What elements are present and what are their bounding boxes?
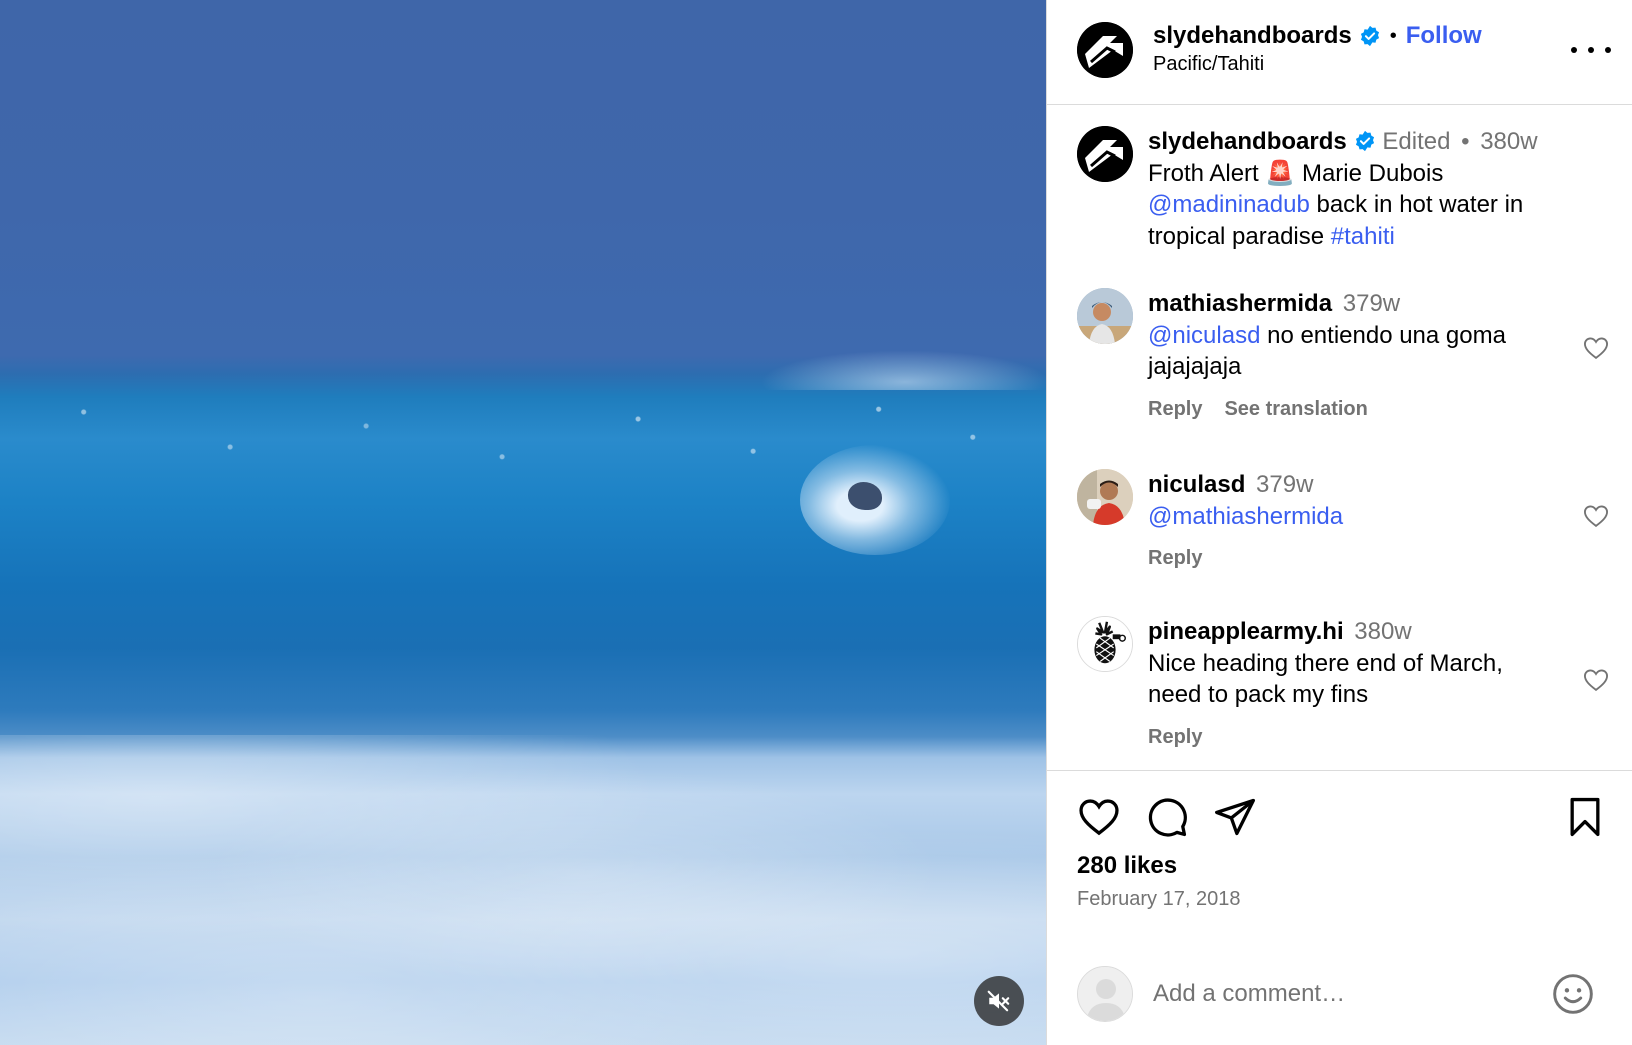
bookmark-icon[interactable]: [1563, 795, 1607, 839]
comment-bubble-icon[interactable]: [1145, 795, 1189, 839]
heart-icon[interactable]: [1581, 666, 1611, 694]
whitewater-foam: [0, 735, 1046, 1045]
caption-text: Froth Alert: [1148, 159, 1259, 187]
heart-icon[interactable]: [1077, 795, 1121, 839]
comment-body: mathiashermida 379w @niculasd no entiend…: [1148, 288, 1548, 425]
pineapple-grenade-logo-icon: [1078, 617, 1132, 671]
comment-actions: Reply See translation: [1148, 394, 1548, 426]
profile-photo-icon: [1077, 469, 1133, 525]
reply-button[interactable]: Reply: [1148, 394, 1202, 426]
header-user-row: slydehandboards • Follow: [1153, 22, 1482, 50]
caption-hashtag[interactable]: #tahiti: [1331, 223, 1395, 250]
reply-button[interactable]: Reply: [1148, 543, 1202, 575]
avatar[interactable]: [1077, 22, 1133, 78]
slyde-logo-icon: [1077, 22, 1133, 78]
comment-body: pineapplearmy.hi 380w Nice heading there…: [1148, 616, 1548, 753]
paper-plane-icon[interactable]: [1213, 795, 1257, 839]
avatar: [1077, 966, 1133, 1022]
comment-username[interactable]: mathiashermida: [1148, 290, 1332, 317]
location-link[interactable]: Pacific/Tahiti: [1153, 53, 1264, 76]
wave-crest: [760, 350, 1046, 390]
post-video[interactable]: [0, 0, 1046, 1045]
avatar[interactable]: [1077, 469, 1133, 525]
comment-actions: Reply: [1148, 722, 1548, 754]
see-translation-button[interactable]: See translation: [1224, 394, 1367, 426]
smiley-icon[interactable]: [1551, 972, 1595, 1016]
heart-icon[interactable]: [1581, 334, 1611, 362]
comments-list[interactable]: slydehandboards Edited • 380w Froth Aler…: [1047, 106, 1632, 770]
post-details-panel: slydehandboards • Follow Pacific/Tahiti: [1046, 0, 1632, 1045]
verified-badge-icon: [1360, 25, 1379, 47]
reply-button[interactable]: Reply: [1148, 722, 1202, 754]
caption-text: Marie Dubois: [1301, 159, 1444, 187]
default-avatar-icon: [1078, 967, 1132, 1021]
avatar[interactable]: [1077, 616, 1133, 672]
comment-age[interactable]: 380w: [1354, 618, 1411, 645]
more-dot: [1571, 47, 1577, 53]
comment-mention[interactable]: @niculasd: [1148, 322, 1260, 349]
comment-username[interactable]: niculasd: [1148, 471, 1245, 498]
slyde-logo-icon: [1077, 126, 1133, 182]
likes-count[interactable]: 280 likes: [1077, 852, 1177, 880]
comment-input[interactable]: [1153, 970, 1553, 1018]
heart-icon[interactable]: [1581, 502, 1611, 530]
siren-emoji: 🚨: [1265, 159, 1296, 187]
speaker-muted-icon: [987, 990, 1010, 1012]
post-date[interactable]: February 17, 2018: [1077, 888, 1240, 911]
comment-age[interactable]: 379w: [1256, 471, 1313, 498]
comment-mention[interactable]: @mathiashermida: [1148, 503, 1343, 530]
caption-username[interactable]: slydehandboards: [1148, 128, 1347, 155]
header-username[interactable]: slydehandboards: [1153, 22, 1352, 50]
caption-mention[interactable]: @madininadub: [1148, 191, 1310, 218]
avatar[interactable]: [1077, 126, 1133, 182]
mute-button[interactable]: [974, 976, 1024, 1026]
post-header: slydehandboards • Follow Pacific/Tahiti: [1047, 0, 1632, 105]
caption-separator: •: [1461, 128, 1470, 155]
comment-age[interactable]: 379w: [1343, 290, 1400, 317]
comment-text: Nice heading there end of March, need to…: [1148, 649, 1503, 709]
add-comment-bar: [1047, 960, 1632, 1045]
follow-button[interactable]: Follow: [1406, 22, 1482, 50]
verified-badge-icon: [1355, 130, 1374, 152]
surfer: [848, 482, 882, 510]
comment-actions: Reply: [1148, 543, 1548, 575]
more-dot: [1605, 47, 1611, 53]
comment-username[interactable]: pineapplearmy.hi: [1148, 618, 1344, 645]
caption-age[interactable]: 380w: [1480, 128, 1537, 155]
post-actions: [1077, 795, 1607, 839]
caption-body: slydehandboards Edited • 380w Froth Aler…: [1148, 126, 1548, 252]
more-options-button[interactable]: [1571, 38, 1611, 62]
header-separator: •: [1389, 24, 1397, 47]
more-dot: [1588, 47, 1594, 53]
avatar[interactable]: [1077, 288, 1133, 344]
divider: [1047, 770, 1632, 771]
comment-body: niculasd 379w @mathiashermida Reply: [1148, 469, 1548, 575]
edited-label: Edited: [1382, 128, 1451, 155]
profile-photo-icon: [1077, 288, 1133, 344]
